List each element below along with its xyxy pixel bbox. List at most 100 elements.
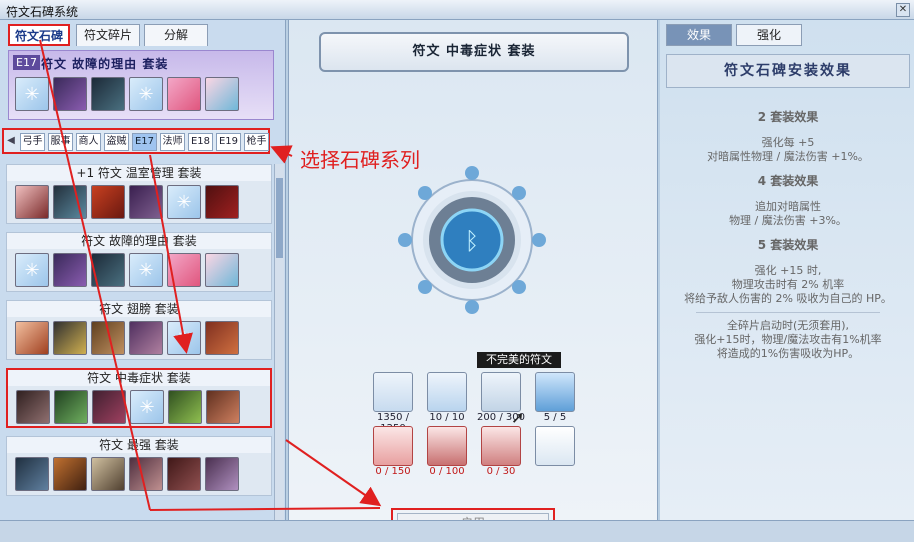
list-item[interactable]: 符文 翅膀 套装 bbox=[6, 300, 272, 360]
material-slot[interactable] bbox=[427, 426, 467, 466]
card-image[interactable] bbox=[53, 457, 87, 491]
material-slot[interactable] bbox=[373, 426, 413, 466]
rune-wheel-icon: ᛒ bbox=[398, 166, 546, 314]
current-set-cards bbox=[15, 77, 239, 111]
set5-title: 5 套装效果 bbox=[757, 238, 819, 252]
card-image[interactable] bbox=[53, 253, 87, 287]
set5-line2: 物理攻击时有 2% 机率 bbox=[731, 278, 845, 291]
card-image[interactable] bbox=[205, 253, 239, 287]
list-item[interactable]: 符文 故障的理由 套装 bbox=[6, 232, 272, 292]
card-image[interactable] bbox=[129, 185, 163, 219]
series-chip-gunslinger[interactable]: 枪手 bbox=[244, 133, 269, 151]
series-chip-thief[interactable]: 盗贼 bbox=[104, 133, 129, 151]
effects-content: 2 套装效果 强化每 +5 对暗属性物理 / 魔法伤害 +1%。 4 套装效果 … bbox=[666, 100, 910, 361]
series-badge: E17 bbox=[13, 55, 40, 70]
rune-stele-panel: 符文石碑 符文碎片 分解 E17 符文 故障的理由 套装 ◀ 弓手 服事 商人 … bbox=[0, 20, 286, 520]
window-titlebar: 符文石碑系统 ✕ bbox=[0, 0, 914, 20]
card-image[interactable] bbox=[53, 321, 87, 355]
scrollbar-thumb[interactable] bbox=[276, 178, 283, 258]
series-chip-archer[interactable]: 弓手 bbox=[20, 133, 45, 151]
series-chip-e18[interactable]: E18 bbox=[188, 133, 213, 151]
set-list-scrollbar[interactable] bbox=[274, 164, 284, 520]
card-image[interactable] bbox=[167, 77, 201, 111]
material-count: 0 / 100 bbox=[429, 466, 465, 477]
list-item[interactable]: 符文 最强 套装 bbox=[6, 436, 272, 496]
card-image[interactable] bbox=[92, 390, 126, 424]
item-tooltip: 不完美的符文 bbox=[477, 352, 561, 368]
current-set-header: E17 符文 故障的理由 套装 bbox=[8, 50, 274, 120]
set-detail-panel: 符文 中毒症状 套装 ᛒ 1350 / 1250 10 / 10 200 / 3… bbox=[288, 20, 658, 538]
card-image[interactable] bbox=[205, 457, 239, 491]
empty-card-slot bbox=[130, 390, 164, 424]
list-item-selected[interactable]: 符文 中毒症状 套装 bbox=[6, 368, 272, 428]
empty-card-slot bbox=[167, 321, 201, 355]
divider bbox=[696, 312, 880, 313]
card-image[interactable] bbox=[206, 390, 240, 424]
material-slot[interactable] bbox=[535, 372, 575, 412]
card-image[interactable] bbox=[205, 321, 239, 355]
set-cards bbox=[15, 185, 239, 219]
card-image[interactable] bbox=[91, 77, 125, 111]
card-image[interactable] bbox=[91, 321, 125, 355]
tab-rune-fragment[interactable]: 符文碎片 bbox=[76, 24, 140, 46]
set-title-plaque: 符文 中毒症状 套装 bbox=[319, 32, 629, 72]
card-image[interactable] bbox=[15, 321, 49, 355]
empty-card-slot bbox=[15, 253, 49, 287]
empty-card-slot bbox=[15, 77, 49, 111]
card-image[interactable] bbox=[15, 457, 49, 491]
close-icon[interactable]: ✕ bbox=[896, 3, 910, 17]
card-image[interactable] bbox=[205, 185, 239, 219]
card-image[interactable] bbox=[91, 185, 125, 219]
material-slot[interactable] bbox=[481, 426, 521, 466]
set5-line1: 强化 +15 时, bbox=[754, 264, 822, 277]
card-image[interactable] bbox=[15, 185, 49, 219]
effects-header: 符文石碑安装效果 bbox=[666, 54, 910, 88]
card-image[interactable] bbox=[168, 390, 202, 424]
card-image[interactable] bbox=[53, 77, 87, 111]
material-slot[interactable] bbox=[427, 372, 467, 412]
material-count: 0 / 30 bbox=[486, 466, 516, 477]
card-image[interactable] bbox=[91, 457, 125, 491]
tab-effects[interactable]: 效果 bbox=[666, 24, 732, 46]
card-image[interactable] bbox=[205, 77, 239, 111]
series-chip-e19[interactable]: E19 bbox=[216, 133, 241, 151]
material-slot[interactable] bbox=[373, 372, 413, 412]
chevron-left-icon[interactable]: ◀ bbox=[6, 133, 16, 149]
full-fragment-line1: 全碎片启动时(无须套用), bbox=[726, 319, 850, 332]
set-name: +1 符文 温室管理 套装 bbox=[7, 165, 271, 181]
set4-line1: 追加对暗属性 bbox=[755, 200, 821, 213]
set-cards bbox=[15, 253, 239, 287]
card-image[interactable] bbox=[129, 321, 163, 355]
set-name: 符文 翅膀 套装 bbox=[7, 301, 271, 317]
full-fragment-line2: 强化+15时，物理/魔法攻击有1%机率 bbox=[694, 333, 882, 346]
svg-text:ᛒ: ᛒ bbox=[465, 227, 479, 255]
set-cards bbox=[15, 457, 239, 491]
mouse-cursor-icon: ➚ bbox=[511, 408, 525, 427]
material-count: 5 / 5 bbox=[543, 412, 567, 423]
tab-rune-stele[interactable]: 符文石碑 bbox=[8, 24, 70, 46]
set2-title: 2 套装效果 bbox=[757, 110, 819, 124]
material-count: 0 / 150 bbox=[375, 466, 411, 477]
card-image[interactable] bbox=[53, 185, 87, 219]
series-chip-e17[interactable]: E17 bbox=[132, 133, 157, 151]
tab-enhance[interactable]: 强化 bbox=[736, 24, 802, 46]
window-title: 符文石碑系统 bbox=[6, 5, 79, 19]
material-slot[interactable] bbox=[481, 372, 521, 412]
bottom-bar bbox=[0, 520, 914, 542]
series-chip-merchant[interactable]: 商人 bbox=[76, 133, 101, 151]
card-image[interactable] bbox=[54, 390, 88, 424]
card-image[interactable] bbox=[16, 390, 50, 424]
set4-title: 4 套装效果 bbox=[757, 174, 819, 188]
card-image[interactable] bbox=[91, 253, 125, 287]
series-chip-mage[interactable]: 法师 bbox=[160, 133, 185, 151]
set4-line2: 物理 / 魔法伤害 +3%。 bbox=[729, 214, 847, 227]
card-image[interactable] bbox=[167, 457, 201, 491]
set5-line3: 将给予敌人伤害的 2% 吸收为自己的 HP。 bbox=[684, 292, 892, 305]
card-image[interactable] bbox=[129, 457, 163, 491]
current-set-name: 符文 故障的理由 套装 bbox=[41, 57, 169, 71]
series-chip-acolyte[interactable]: 服事 bbox=[48, 133, 73, 151]
tab-decompose[interactable]: 分解 bbox=[144, 24, 208, 46]
card-image[interactable] bbox=[167, 253, 201, 287]
list-item[interactable]: +1 符文 温室管理 套装 bbox=[6, 164, 272, 224]
series-selector: ◀ 弓手 服事 商人 盗贼 E17 法师 E18 E19 枪手 bbox=[2, 128, 270, 154]
